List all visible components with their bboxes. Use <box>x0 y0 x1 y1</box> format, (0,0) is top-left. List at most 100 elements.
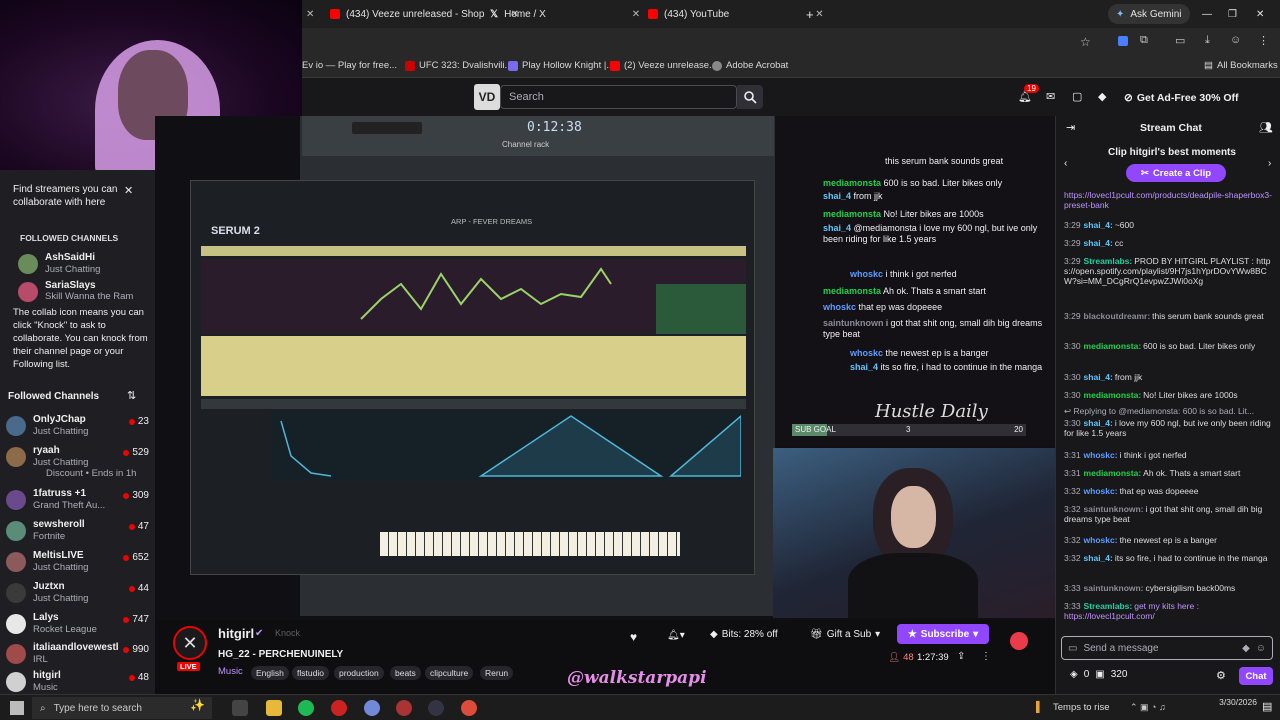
menu-icon[interactable]: ⋮ <box>1258 34 1269 47</box>
bookmark-star-icon[interactable]: ☆ <box>1080 35 1091 49</box>
transport-controls[interactable] <box>352 122 422 134</box>
close-icon[interactable]: ✕ <box>124 184 133 197</box>
knock-button[interactable]: Knock <box>275 628 300 638</box>
search-input[interactable]: Search <box>500 85 737 109</box>
puzzle-icon[interactable]: ⧉ <box>1140 34 1148 47</box>
notification-center-icon[interactable]: ▤ <box>1262 700 1272 713</box>
bookmark-adobe[interactable]: Adobe Acrobat <box>712 60 788 71</box>
bookmark-hollow-knight[interactable]: Play Hollow Knight |... <box>508 60 614 71</box>
file-explorer-icon[interactable] <box>266 700 282 716</box>
mod-tabs[interactable] <box>201 399 746 409</box>
tag-clipculture[interactable]: clipculture <box>425 666 474 680</box>
site-logo[interactable]: VD <box>474 84 500 110</box>
channel-name[interactable]: hitgirl <box>218 626 254 641</box>
live-badge: LIVE <box>177 662 200 671</box>
hype-heart-icon[interactable] <box>1010 632 1028 650</box>
windows-taskbar: ⌕ Type here to search ✨ ▌ Temps to rise ⌃… <box>0 694 1280 720</box>
bookmark-ufc[interactable]: UFC 323: Dvalishvili... <box>405 60 512 71</box>
extension-icon[interactable] <box>1118 36 1128 46</box>
tab-close-icon[interactable]: ✕ <box>306 4 314 24</box>
weather-text[interactable]: Temps to rise <box>1053 702 1110 713</box>
avatar <box>6 447 26 467</box>
minimize-button[interactable]: — <box>1202 4 1212 24</box>
bits-icon: ◆ <box>710 629 718 640</box>
ad-free-button[interactable]: ⊘ Get Ad-Free 30% Off <box>1124 88 1239 108</box>
sort-icon[interactable]: ⇅ <box>127 389 136 402</box>
waveform-display <box>201 259 746 334</box>
followed-channel[interactable]: OnlyJChap Just Chatting 23 <box>6 412 151 446</box>
chrome-icon[interactable] <box>461 700 477 716</box>
search-button[interactable] <box>737 85 763 109</box>
followed-channel[interactable]: MeltisLIVE Just Chatting 652 <box>6 548 151 582</box>
prime-icon[interactable]: ◆ <box>1098 90 1106 103</box>
all-bookmarks[interactable]: ▤ All Bookmarks <box>1204 60 1278 71</box>
new-tab-button[interactable]: + <box>806 4 814 24</box>
browser-tab-youtube[interactable]: (434) YouTube ✕ <box>648 4 824 24</box>
tray-icons[interactable]: ⌃ ▣ ◔ ♫ <box>1130 702 1166 713</box>
more-options-icon[interactable]: ⋮ <box>981 651 991 662</box>
close-icon[interactable]: ✕ <box>815 9 823 20</box>
browser-tab-x[interactable]: 𝕏 Home / X ✕ <box>490 4 640 24</box>
gemini-button[interactable]: ✦ Ask Gemini <box>1108 4 1190 24</box>
address-bar[interactable]: ☆ ⧉ ▭ ⤓ ☺ ⋮ <box>300 28 1280 56</box>
create-clip-button[interactable]: ✂ Create a Clip <box>1126 164 1226 182</box>
app-icon[interactable] <box>428 700 444 716</box>
users-icon[interactable]: 👥︎ <box>1259 121 1273 134</box>
task-view-icon[interactable] <box>232 700 248 716</box>
channel-points[interactable]: ◈ 0 ▣ 320 <box>1070 669 1127 680</box>
overlay-chat-line: mediamonsta No! Liter bikes are 1000s <box>823 209 984 219</box>
followed-channel[interactable]: ryaah Just Chatting 529 Discount • Ends … <box>6 443 151 479</box>
maximize-button[interactable]: ❐ <box>1228 4 1237 24</box>
bookmark-veeze[interactable]: (2) Veeze unrelease... <box>610 60 717 71</box>
settings-gear-icon[interactable]: ⚙ <box>1216 669 1226 682</box>
taskbar-clock[interactable]: 3/30/2026 <box>1205 697 1257 708</box>
chevron-right-icon[interactable]: › <box>1268 158 1271 169</box>
taskbar-search-input[interactable]: ⌕ Type here to search <box>32 697 212 719</box>
bits-button[interactable]: ◆ Bits: 28% off <box>710 629 778 640</box>
app-icon[interactable] <box>331 700 347 716</box>
notification-bell-icon[interactable]: 🔔︎▾ <box>667 630 685 641</box>
tag-rerun[interactable]: Rerun <box>480 666 514 680</box>
followed-channel[interactable]: 1fatruss +1 Grand Theft Au... 309 <box>6 486 151 520</box>
inbox-icon[interactable]: ✉ <box>1046 90 1055 103</box>
followed-channel[interactable]: sewsheroll Fortnite 47 <box>6 517 151 551</box>
follow-heart-icon[interactable]: ♥ <box>630 630 637 644</box>
stream-chat-overlay: this serum bank sounds great mediamonsta… <box>775 116 1055 446</box>
windows-start-icon[interactable] <box>10 701 24 715</box>
collapse-chat-icon[interactable]: ⇥ <box>1066 121 1075 134</box>
discord-icon[interactable] <box>364 700 380 716</box>
share-icon[interactable]: ⇪ <box>957 651 965 662</box>
bookmark-evio[interactable]: Ev io — Play for free... <box>302 60 397 71</box>
stream-category[interactable]: Music <box>218 666 243 677</box>
clip-title: Clip hitgirl's best moments <box>1108 147 1236 158</box>
spotify-icon[interactable] <box>298 700 314 716</box>
cast-icon[interactable]: ▭ <box>1175 34 1185 47</box>
tag-english[interactable]: English <box>251 666 289 680</box>
gift-sub-button[interactable]: 🎁︎ Gift a Sub ▾ <box>810 629 880 640</box>
whispers-icon[interactable]: ▢ <box>1072 90 1082 103</box>
profile-icon[interactable]: ☺ <box>1230 34 1241 46</box>
copilot-icon[interactable]: ✨ <box>190 698 205 712</box>
channel-avatar[interactable]: ✕ <box>173 626 207 660</box>
chat-message: 3:32 saintunknown: i got that shit ong, sm… <box>1064 504 1263 524</box>
knob-panel[interactable] <box>201 336 746 396</box>
followed-channel[interactable]: Juztxn Just Chatting 44 <box>6 579 151 613</box>
tag-beats[interactable]: beats <box>390 666 421 680</box>
download-icon[interactable]: ⤓ <box>1205 34 1210 47</box>
emote-icon[interactable]: ☺ <box>1256 643 1266 654</box>
followed-channel[interactable]: hitgirl Music 48 <box>6 668 151 694</box>
followed-channel[interactable]: Lalys Rocket League 747 <box>6 610 151 644</box>
app-icon[interactable] <box>396 700 412 716</box>
bits-icon[interactable]: ◆ <box>1242 643 1250 654</box>
chat-badge-icon: ▭ <box>1068 642 1078 654</box>
piano-keyboard[interactable] <box>380 532 680 556</box>
close-icon[interactable]: ✕ <box>632 9 640 20</box>
subscribe-button[interactable]: ★ Subscribe ▾ <box>897 624 989 644</box>
close-window-button[interactable]: ✕ <box>1256 4 1264 24</box>
chat-input[interactable]: ▭ Send a message ◆ ☺ <box>1061 636 1273 660</box>
overlay-chat-line: mediamonsta Ah ok. Thats a smart start <box>823 286 986 296</box>
tag-production[interactable]: production <box>334 666 384 680</box>
tag-flstudio[interactable]: flstudio <box>292 666 329 680</box>
chevron-left-icon[interactable]: ‹ <box>1064 158 1067 169</box>
chat-send-button[interactable]: Chat <box>1239 667 1273 685</box>
